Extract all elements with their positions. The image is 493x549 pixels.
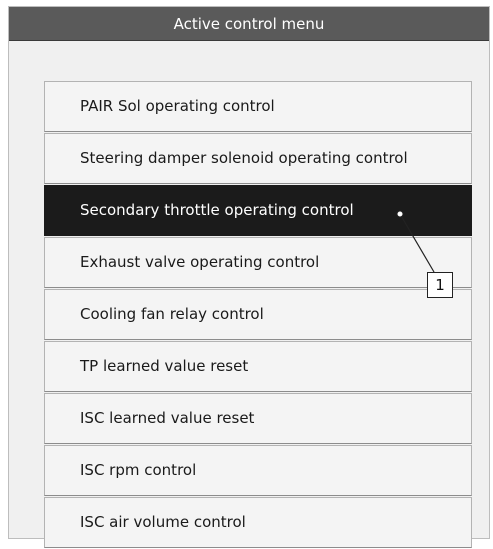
active-control-window: Active control menu PAIR Sol operating c… — [8, 6, 490, 548]
active-control-menu-list: PAIR Sol operating control Steering damp… — [44, 81, 472, 549]
menu-item-isc-reset[interactable]: ISC learned value reset — [44, 393, 472, 444]
menu-item-secondary-throttle[interactable]: Secondary throttle operating control — [44, 185, 472, 236]
window-title: Active control menu — [9, 7, 489, 41]
menu-item-isc-air-volume[interactable]: ISC air volume control — [44, 497, 472, 548]
callout-label: 1 — [427, 272, 453, 298]
menu-item-isc-rpm[interactable]: ISC rpm control — [44, 445, 472, 496]
menu-item-tp-reset[interactable]: TP learned value reset — [44, 341, 472, 392]
menu-item-exhaust-valve[interactable]: Exhaust valve operating control — [44, 237, 472, 288]
menu-item-cooling-fan[interactable]: Cooling fan relay control — [44, 289, 472, 340]
menu-item-pair-sol[interactable]: PAIR Sol operating control — [44, 81, 472, 132]
menu-item-steering-damper[interactable]: Steering damper solenoid operating contr… — [44, 133, 472, 184]
